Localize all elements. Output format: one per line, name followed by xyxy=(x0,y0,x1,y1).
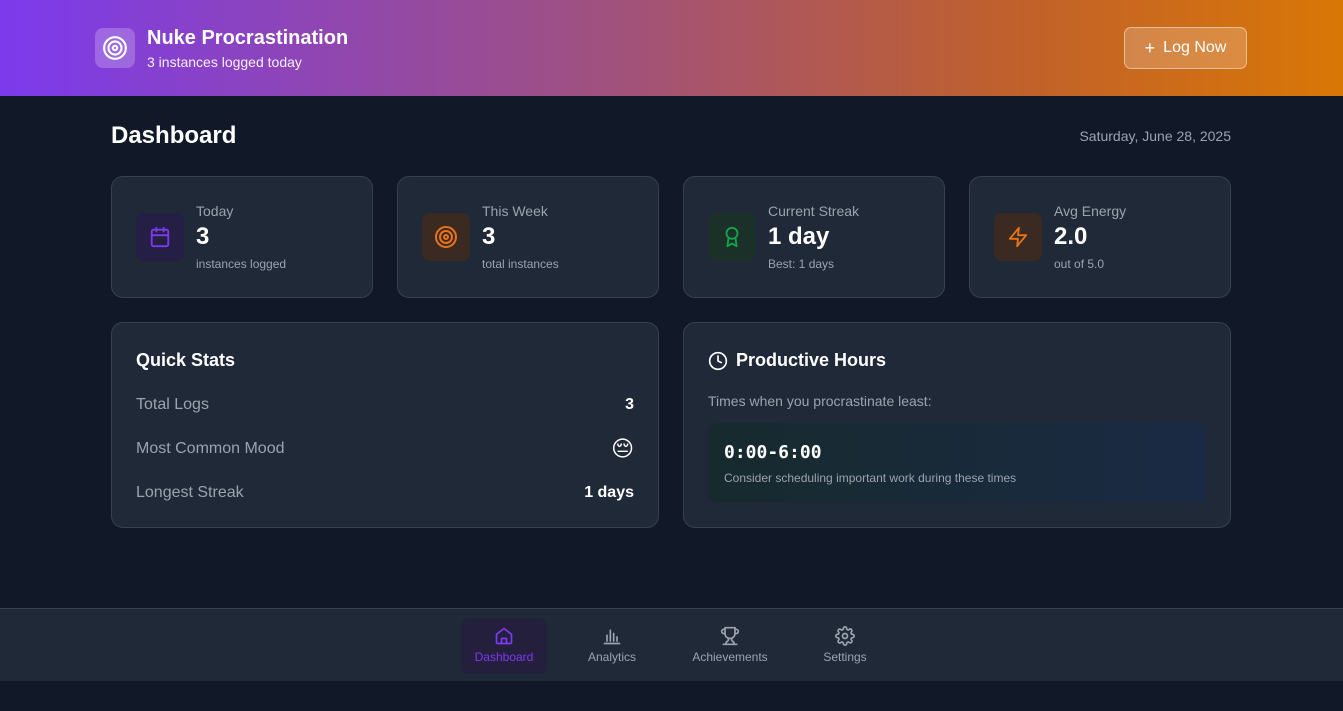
mood-emoji: 😔 xyxy=(611,436,634,461)
quick-stat-value: 3 xyxy=(625,396,634,413)
productive-hours-hint: Consider scheduling important work durin… xyxy=(724,471,1017,485)
stat-card-current-streak: Current Streak 1 day Best: 1 days xyxy=(683,176,945,298)
nav-label: Dashboard xyxy=(474,650,534,664)
app-header: Nuke Procrastination 3 instances logged … xyxy=(0,0,1343,96)
app-subtitle: 3 instances logged today xyxy=(147,54,302,70)
quick-stats-panel: Quick Stats Total Logs 3 Most Common Moo… xyxy=(111,322,659,528)
stat-value: 1 day xyxy=(768,223,830,250)
stat-sub: total instances xyxy=(482,257,559,271)
nav-achievements[interactable]: Achievements xyxy=(680,619,780,674)
log-now-button[interactable]: + Log Now xyxy=(1124,27,1247,69)
stat-sub: instances logged xyxy=(196,257,287,271)
target-icon xyxy=(422,213,470,261)
quick-stat-row: Most Common Mood 😔 xyxy=(136,436,634,461)
nav-label: Achievements xyxy=(692,650,768,664)
productive-hours-box: 0:00-6:00 Consider scheduling important … xyxy=(708,423,1206,503)
lightning-icon xyxy=(994,213,1042,261)
app-title: Nuke Procrastination xyxy=(147,27,349,49)
stat-label: Current Streak xyxy=(768,203,860,219)
page-title: Dashboard xyxy=(111,122,237,149)
bottom-nav: Dashboard Analytics Achievements Setting… xyxy=(0,608,1343,681)
quick-stats-title: Quick Stats xyxy=(136,350,236,370)
quick-stat-row: Longest Streak 1 days xyxy=(136,481,634,505)
productive-hours-description: Times when you procrastinate least: xyxy=(708,393,932,409)
stat-value: 2.0 xyxy=(1054,223,1088,250)
quick-stat-row: Total Logs 3 xyxy=(136,393,634,417)
bar-chart-icon xyxy=(603,629,621,645)
stat-card-today: Today 3 instances logged xyxy=(111,176,373,298)
nav-label: Settings xyxy=(823,650,867,664)
quick-stat-label: Longest Streak xyxy=(136,484,244,501)
productive-hours-range: 0:00-6:00 xyxy=(724,442,822,463)
nav-label: Analytics xyxy=(587,650,637,664)
stat-sub: out of 5.0 xyxy=(1054,257,1105,271)
nav-settings[interactable]: Settings xyxy=(810,619,880,674)
page-date: Saturday, June 28, 2025 xyxy=(1079,128,1231,144)
trophy-icon xyxy=(720,626,740,646)
award-icon xyxy=(708,213,756,261)
stat-label: Today xyxy=(196,203,234,219)
stat-sub: Best: 1 days xyxy=(768,257,835,271)
quick-stat-label: Total Logs xyxy=(136,396,209,413)
gear-icon xyxy=(835,626,855,646)
quick-stat-label: Most Common Mood xyxy=(136,440,285,457)
nav-analytics[interactable]: Analytics xyxy=(574,619,650,674)
quick-stat-value: 1 days xyxy=(584,484,634,501)
stat-label: Avg Energy xyxy=(1054,203,1127,219)
stat-card-this-week: This Week 3 total instances xyxy=(397,176,659,298)
nav-dashboard[interactable]: Dashboard xyxy=(461,619,547,674)
stat-card-avg-energy: Avg Energy 2.0 out of 5.0 xyxy=(969,176,1231,298)
stat-value: 3 xyxy=(196,223,210,250)
target-icon xyxy=(95,28,135,68)
stat-value: 3 xyxy=(482,223,496,250)
productive-hours-panel: Productive Hours Times when you procrast… xyxy=(683,322,1231,528)
clock-icon xyxy=(708,351,728,371)
home-icon xyxy=(495,627,513,645)
stat-label: This Week xyxy=(482,203,548,219)
productive-hours-title: Productive Hours xyxy=(736,350,887,370)
calendar-icon xyxy=(136,213,184,261)
plus-icon: + xyxy=(1144,38,1156,58)
log-now-label: Log Now xyxy=(1163,39,1227,56)
